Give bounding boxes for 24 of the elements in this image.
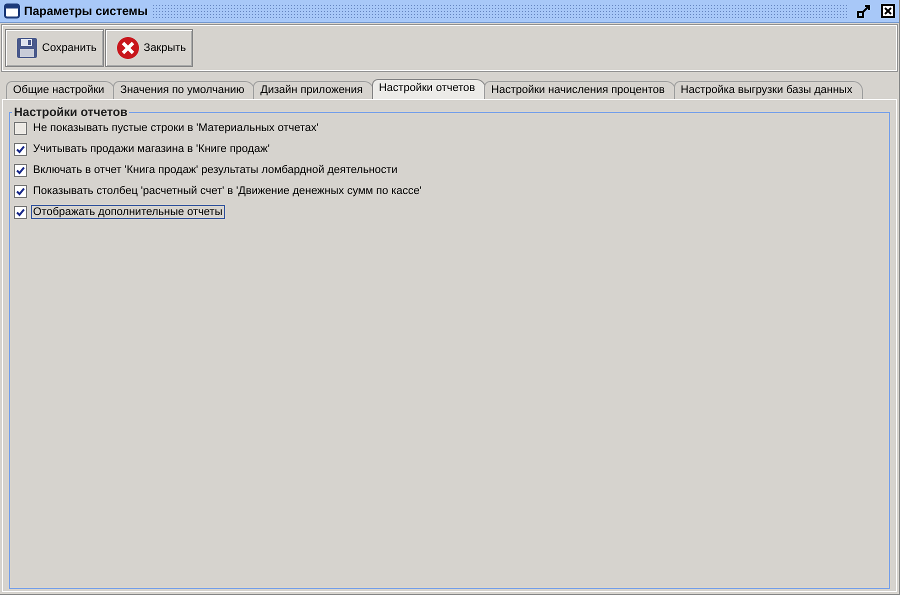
window-title: Параметры системы (24, 4, 148, 18)
checkbox-label: Учитывать продажи магазина в 'Книге продаж' (32, 142, 271, 156)
checkbox-label: Не показывать пустые строки в 'Материальных отчетах' (32, 121, 320, 135)
tab[interactable]: Настройки отчетов (372, 79, 486, 99)
tab[interactable]: Настройки начисления процентов (484, 81, 676, 99)
tab[interactable]: Дизайн приложения (253, 81, 374, 99)
checkbox-label: Показывать столбец 'расчетный счет' в 'Движение денежных сумм по кассе' (32, 184, 423, 198)
close-icon[interactable] (881, 4, 895, 18)
window-icon (4, 3, 20, 19)
tab[interactable]: Общие настройки (6, 81, 116, 99)
checkbox[interactable] (14, 142, 27, 156)
save-button[interactable]: Сохранить (5, 29, 104, 67)
checkbox-label: Отображать дополнительные отчеты (31, 205, 225, 219)
checkbox-label: Включать в отчет 'Книга продаж' результаты ломбардной деятельности (32, 163, 399, 177)
checkbox[interactable] (14, 184, 27, 198)
tab[interactable]: Настройка выгрузки базы данных (674, 81, 864, 99)
checkbox[interactable] (14, 164, 27, 176)
checkbox[interactable] (14, 122, 27, 134)
checkbox[interactable] (14, 206, 27, 218)
group-title: Настройки отчетов (12, 105, 130, 119)
close-icon (116, 36, 140, 60)
tab[interactable]: Значения по умолчанию (113, 81, 256, 99)
close-button[interactable]: Закрыть (104, 29, 194, 67)
restore-icon[interactable] (857, 4, 871, 18)
